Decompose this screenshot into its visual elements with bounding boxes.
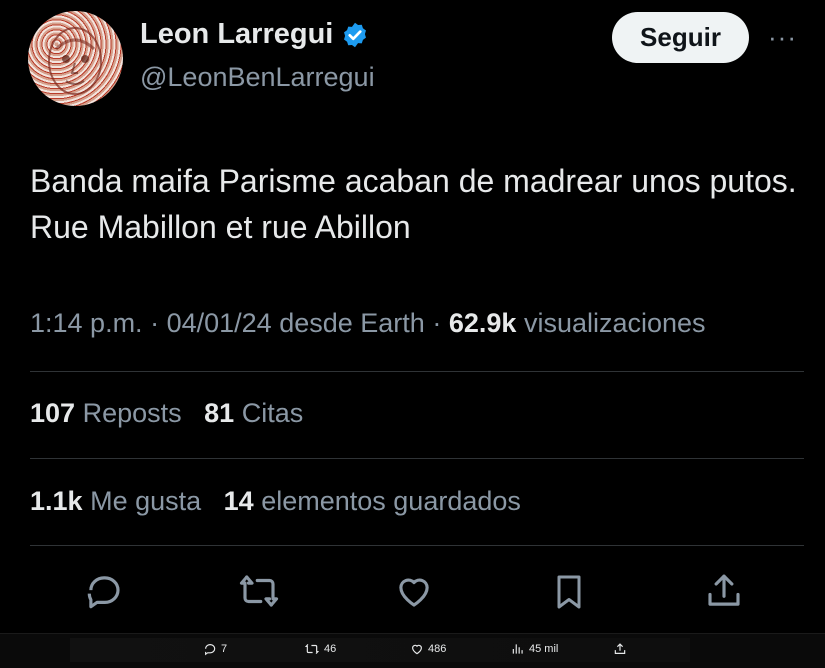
share-icon	[614, 643, 626, 654]
tweet-date[interactable]: 04/01/24	[167, 308, 272, 338]
reply-icon[interactable]	[83, 570, 125, 612]
mini-views[interactable]: 45 mil	[511, 642, 558, 656]
author-handle[interactable]: @LeonBenLarregui	[140, 62, 375, 93]
reposts-stat[interactable]: 107 Reposts	[30, 398, 182, 428]
stats-row-reposts: 107 Reposts 81 Citas	[30, 398, 303, 429]
like-icon[interactable]	[392, 570, 436, 612]
likes-count: 1.1k	[30, 486, 83, 516]
likes-label: Me gusta	[90, 486, 202, 516]
follow-button[interactable]: Seguir	[612, 12, 749, 63]
tweet-source: desde Earth	[279, 308, 425, 338]
likes-stat[interactable]: 1.1k Me gusta	[30, 486, 201, 516]
faded-background-content	[70, 638, 690, 662]
views-label: visualizaciones	[523, 308, 706, 338]
like-icon	[412, 644, 422, 655]
retweet-icon[interactable]	[237, 570, 281, 612]
meta-separator: ·	[150, 308, 160, 338]
bookmarks-count: 14	[223, 486, 254, 516]
bookmarks-stat: 14 elementos guardados	[224, 486, 521, 516]
tweet-time[interactable]: 1:14 p.m.	[30, 308, 143, 338]
views-count: 62.9k	[448, 308, 517, 338]
reposts-label: Reposts	[82, 398, 182, 428]
mini-views-count: 45 mil	[529, 643, 559, 655]
divider	[30, 371, 804, 372]
bookmark-icon[interactable]	[549, 570, 589, 614]
quotes-stat[interactable]: 81 Citas	[204, 398, 303, 428]
quotes-count: 81	[204, 398, 235, 428]
author-name-row: Leon Larregui	[140, 18, 369, 51]
avatar[interactable]	[28, 11, 123, 106]
tweet-meta: 1:14 p.m. · 04/01/24 desde Earth · 62.9k…	[30, 308, 706, 339]
mini-like-count: 486	[428, 643, 447, 655]
divider	[30, 545, 804, 546]
action-bar	[0, 570, 825, 620]
reposts-count: 107	[30, 398, 76, 428]
verified-badge-icon	[344, 22, 367, 47]
retweet-icon	[304, 643, 320, 655]
bookmarks-label: elementos guardados	[261, 486, 521, 516]
divider	[30, 458, 804, 459]
mini-reply-count: 7	[221, 643, 228, 655]
views-icon	[512, 644, 523, 654]
stats-row-likes: 1.1k Me gusta 14 elementos guardados	[30, 486, 521, 517]
share-icon[interactable]	[703, 570, 745, 612]
mini-retweet[interactable]: 46	[304, 642, 336, 656]
meta-separator: ·	[432, 308, 442, 338]
bottom-overlay-bar: 7 46 486 45 mil	[0, 633, 825, 668]
avatar-portrait	[48, 27, 102, 95]
tweet-text: Banda maifa Parisme acaban de madrear un…	[30, 163, 797, 245]
more-options-icon[interactable]: ···	[768, 22, 797, 53]
mini-like[interactable]: 486	[410, 642, 446, 656]
author-name[interactable]: Leon Larregui	[140, 18, 333, 51]
mini-share[interactable]	[613, 642, 627, 656]
mini-retweet-count: 46	[324, 643, 337, 655]
mini-reply[interactable]: 7	[203, 642, 227, 656]
reply-icon	[205, 644, 216, 656]
quotes-label: Citas	[241, 398, 304, 428]
